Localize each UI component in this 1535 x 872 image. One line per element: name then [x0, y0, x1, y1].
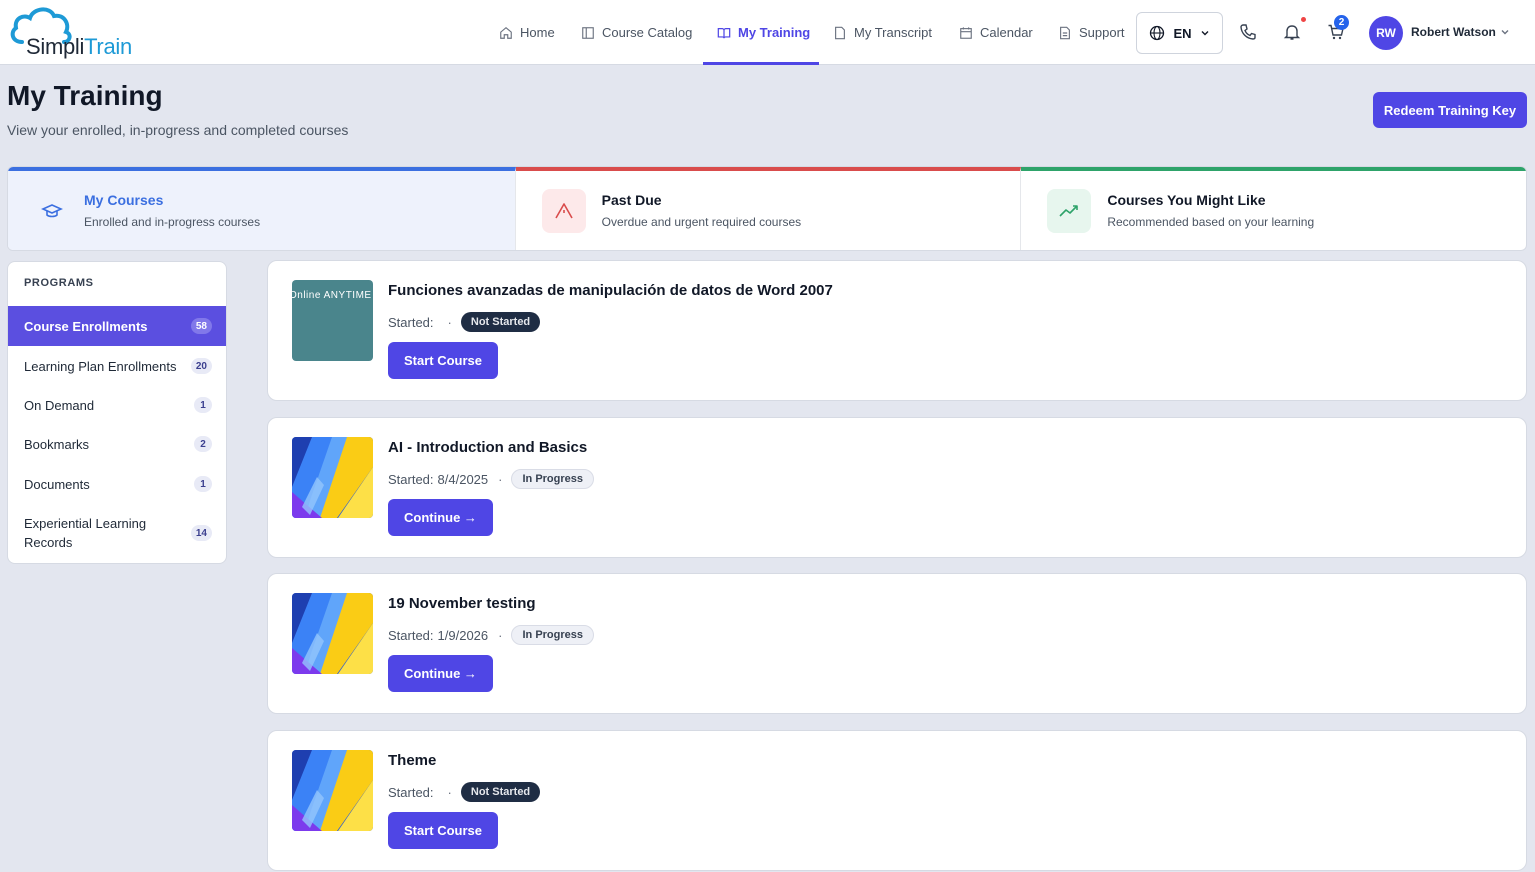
page-subtitle: View your enrolled, in-progress and comp…	[7, 122, 349, 138]
course-started: Started: · Not Started	[388, 312, 541, 332]
course-started: Started: 8/4/2025 · In Progress	[388, 469, 595, 489]
course-thumbnail[interactable]	[292, 437, 373, 518]
course-thumbnail[interactable]	[292, 593, 373, 674]
sidebar-item-bookmarks[interactable]: Bookmarks 2	[8, 424, 226, 464]
redeem-training-key-button[interactable]: Redeem Training Key	[1373, 92, 1527, 128]
course-title[interactable]: 19 November testing	[388, 595, 536, 612]
nav-course-catalog[interactable]: Course Catalog	[581, 0, 692, 65]
course-started: Started: 1/9/2026 · In Progress	[388, 625, 595, 645]
logo-text: SimpliTrain	[26, 34, 132, 59]
programs-sidebar: PROGRAMS Course Enrollments 58 Learning …	[7, 261, 227, 564]
course-card: Online ANYTIME Funciones avanzadas de ma…	[267, 260, 1527, 401]
sidebar-item-documents[interactable]: Documents 1	[8, 464, 226, 504]
course-card: AI - Introduction and Basics Started: 8/…	[267, 417, 1527, 558]
home-icon	[500, 26, 512, 39]
user-menu-chevron-icon[interactable]	[1500, 27, 1510, 37]
course-thumbnail[interactable]	[292, 750, 373, 831]
continue-button[interactable]: Continue →	[388, 499, 493, 536]
abstract-thumbnail-image	[292, 437, 373, 518]
graduation-cap-icon	[36, 189, 68, 233]
notification-dot	[1301, 17, 1306, 22]
status-badge: Not Started	[460, 312, 541, 332]
bell-icon	[1283, 25, 1301, 40]
start-course-button[interactable]: Start Course	[388, 342, 499, 379]
course-card: Theme Started: · Not Started Start Cours…	[267, 730, 1527, 871]
support-icon	[1060, 26, 1070, 39]
count-badge: 1	[194, 476, 212, 492]
status-badge: In Progress	[511, 469, 595, 489]
course-title[interactable]: Theme	[388, 752, 436, 769]
active-nav-indicator	[703, 62, 819, 65]
tab-my-courses[interactable]: My Courses Enrolled and in-progress cour…	[8, 167, 516, 250]
abstract-thumbnail-image	[292, 750, 373, 831]
course-card: 19 November testing Started: 1/9/2026 · …	[267, 573, 1527, 714]
start-course-button[interactable]: Start Course	[388, 812, 499, 849]
simplitrain-logo[interactable]: SimpliTrain	[8, 4, 138, 60]
nav-support[interactable]: Support	[1058, 0, 1125, 65]
cart-count-badge: 2	[1334, 15, 1349, 30]
nav-my-training[interactable]: My Training	[717, 0, 810, 65]
tab-past-due[interactable]: Past Due Overdue and urgent required cou…	[515, 167, 1022, 250]
count-badge: 58	[190, 318, 212, 334]
training-tabs: My Courses Enrolled and in-progress cour…	[7, 166, 1527, 251]
sidebar-item-experiential-learning-records[interactable]: Experiential Learning Records 14	[8, 511, 226, 555]
nav-calendar[interactable]: Calendar	[959, 0, 1033, 65]
book-icon	[717, 27, 731, 38]
chevron-down-icon	[1201, 31, 1209, 36]
continue-button[interactable]: Continue →	[388, 655, 493, 692]
sidebar-heading: PROGRAMS	[24, 277, 94, 289]
course-title[interactable]: AI - Introduction and Basics	[388, 439, 587, 456]
tab-courses-you-might-like[interactable]: Courses You Might Like Recommended based…	[1021, 167, 1526, 250]
language-selector[interactable]: EN	[1136, 12, 1223, 54]
catalog-icon	[582, 26, 594, 39]
count-badge: 14	[190, 525, 212, 541]
document-icon	[835, 26, 845, 39]
nav-home[interactable]: Home	[499, 0, 555, 65]
phone-button[interactable]	[1236, 20, 1260, 44]
sidebar-item-course-enrollments[interactable]: Course Enrollments 58	[8, 306, 226, 346]
course-thumbnail[interactable]: Online ANYTIME	[292, 280, 373, 361]
count-badge: 2	[194, 436, 212, 452]
count-badge: 20	[190, 358, 212, 374]
nav-my-transcript[interactable]: My Transcript	[833, 0, 932, 65]
calendar-icon	[960, 26, 972, 39]
notifications-button[interactable]	[1280, 20, 1304, 44]
trending-icon	[1047, 188, 1092, 233]
page-title: My Training	[7, 80, 163, 111]
warning-icon	[541, 188, 586, 233]
user-name[interactable]: Robert Watson	[1411, 25, 1496, 39]
status-badge: In Progress	[511, 625, 595, 645]
course-title[interactable]: Funciones avanzadas de manipulación de d…	[388, 282, 833, 299]
count-badge: 1	[194, 397, 212, 413]
abstract-thumbnail-image	[292, 593, 373, 674]
course-started: Started: · Not Started	[388, 782, 541, 802]
user-avatar[interactable]: RW	[1369, 16, 1403, 50]
top-header: SimpliTrain Home Course Catalog My Train…	[0, 0, 1535, 65]
phone-icon	[1240, 24, 1256, 40]
sidebar-item-on-demand[interactable]: On Demand 1	[8, 385, 226, 425]
globe-icon	[1150, 25, 1165, 41]
status-badge: Not Started	[460, 782, 541, 802]
sidebar-item-learning-plan-enrollments[interactable]: Learning Plan Enrollments 20	[8, 346, 226, 386]
